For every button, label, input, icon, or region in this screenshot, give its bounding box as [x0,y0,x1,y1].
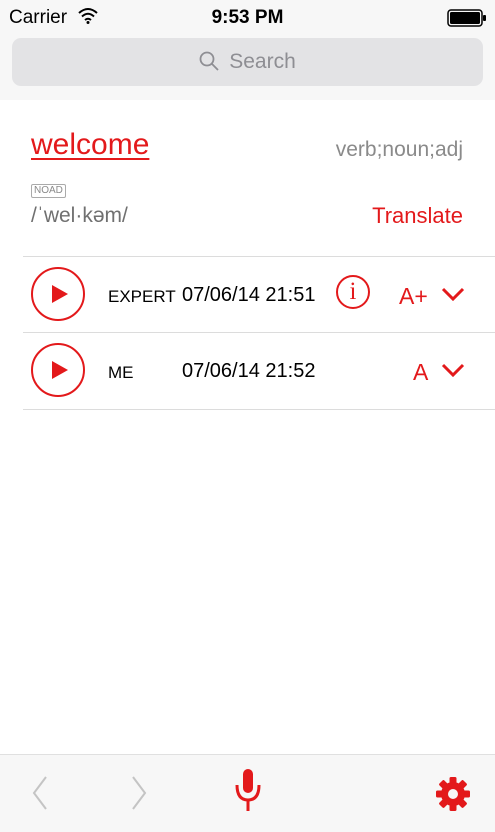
microphone-icon[interactable] [231,755,265,832]
play-button[interactable] [31,343,85,397]
chevron-down-icon[interactable] [441,287,465,301]
search-bar: Search [0,36,495,100]
info-icon[interactable]: i [336,275,370,309]
chevron-down-icon[interactable] [441,363,465,377]
bottom-toolbar [0,754,495,832]
recording-datetime: 07/06/14 21:52 [182,360,316,382]
pronunciation: /ˈwel·kəm/ [31,204,128,227]
recording-row-me: ME 07/06/14 21:52 A [23,332,495,410]
gear-icon[interactable] [435,755,471,832]
recording-datetime: 07/06/14 21:51 [182,284,316,306]
clock: 9:53 PM [211,7,284,28]
recording-label: ME [108,363,134,382]
grade-label: A [413,359,429,385]
grade-label: A+ [399,283,428,309]
status-bar: Carrier 9:53 PM [0,0,495,36]
dictionary-badge: NOAD [31,184,66,198]
forward-chevron-icon[interactable] [127,755,151,832]
battery-icon [447,9,486,27]
search-placeholder: Search [229,50,296,73]
back-chevron-icon[interactable] [28,755,52,832]
translate-button[interactable]: Translate [372,203,463,229]
parts-of-speech: verb;noun;adj [335,138,463,161]
play-button[interactable] [31,267,85,321]
search-input[interactable]: Search [12,38,483,86]
play-icon [52,285,68,303]
word-title[interactable]: welcome [31,128,149,162]
play-icon [52,361,68,379]
recording-label: EXPERT [108,287,176,306]
recording-row-expert: EXPERT 07/06/14 21:51 i A+ [23,256,495,333]
search-icon [199,51,219,71]
